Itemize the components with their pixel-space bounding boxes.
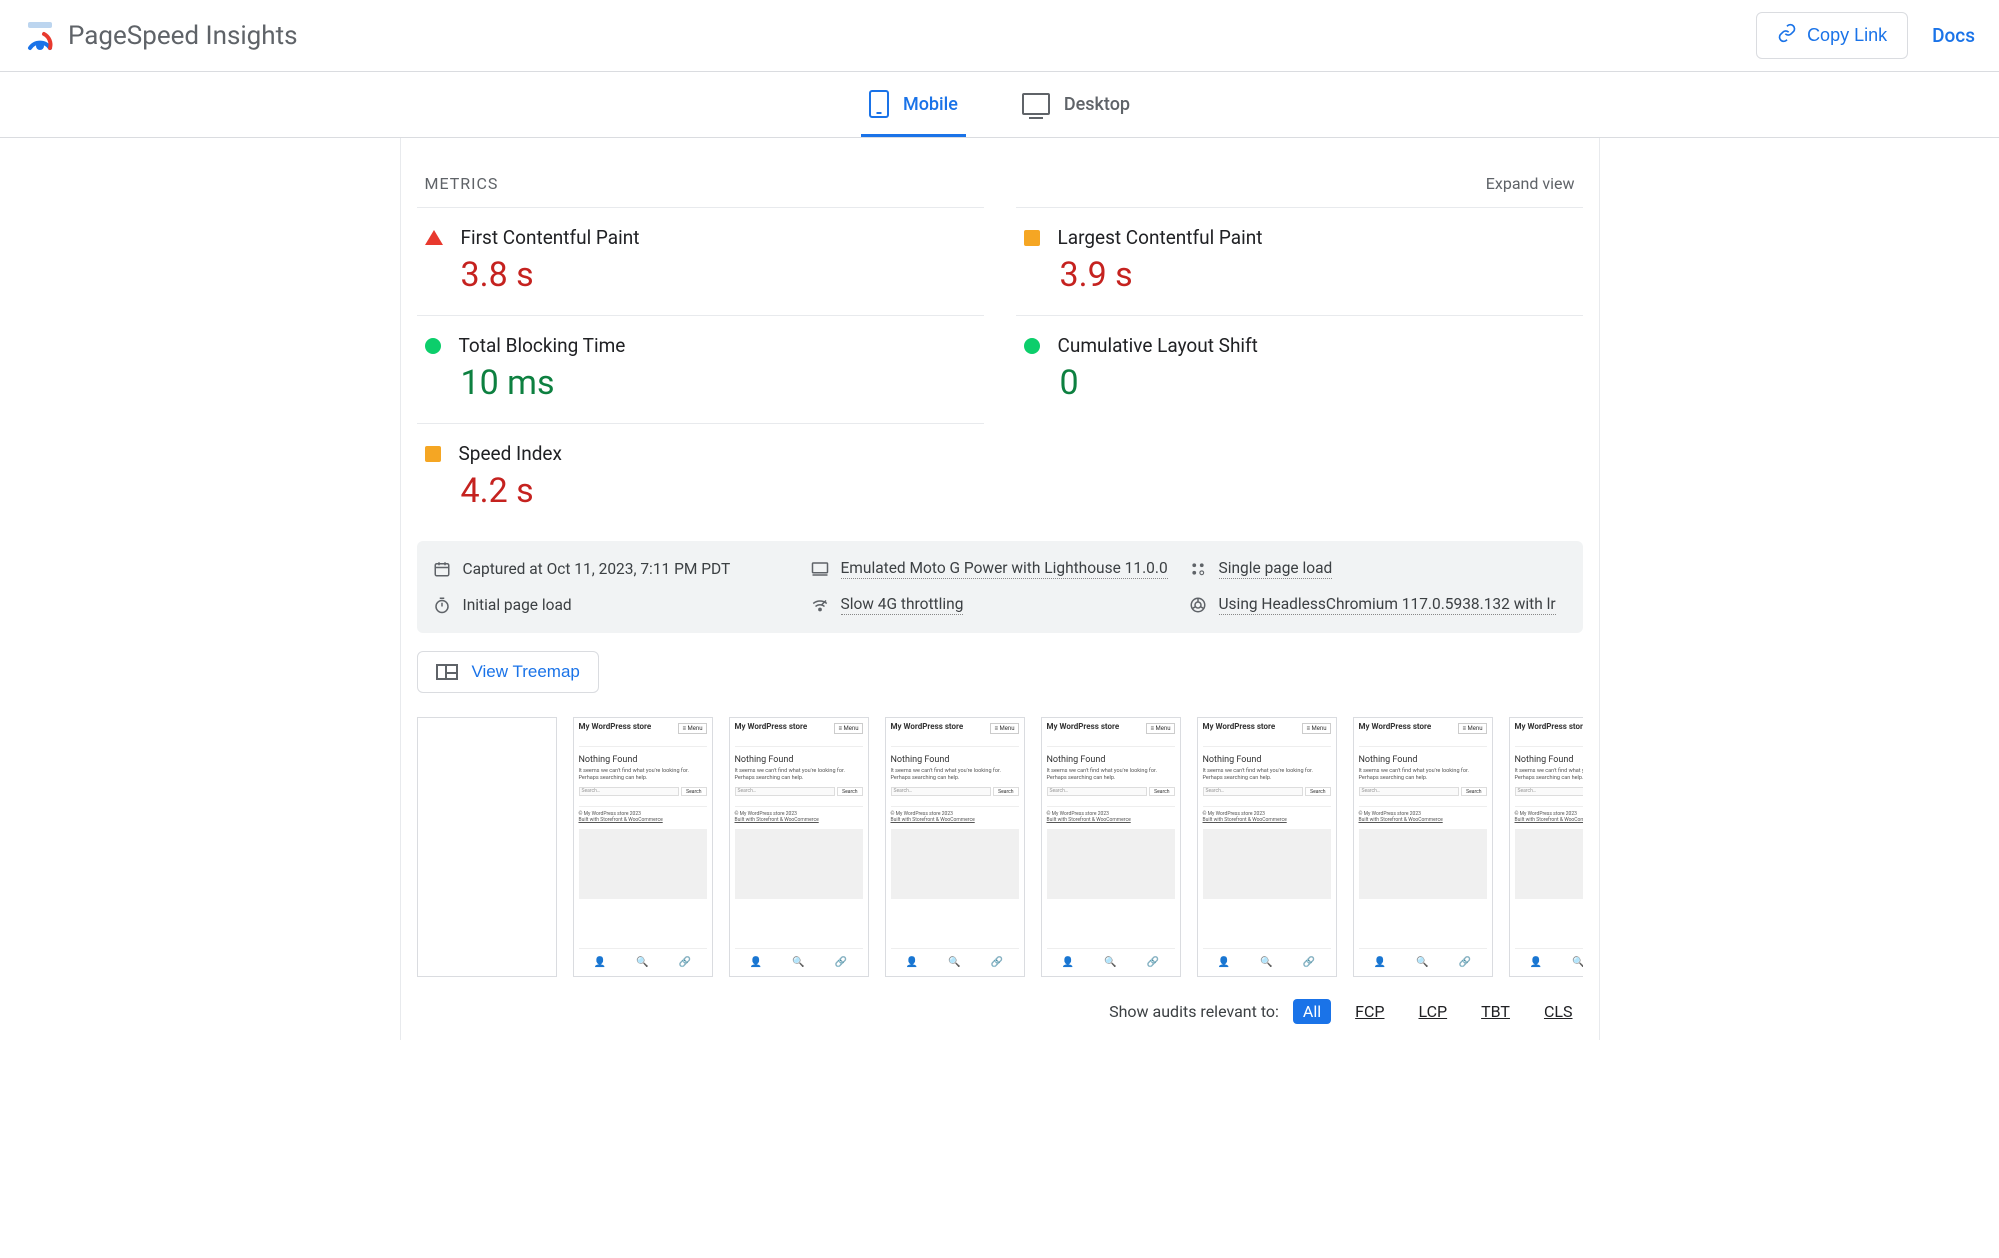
filter-all[interactable]: All <box>1293 999 1331 1024</box>
tab-desktop-label: Desktop <box>1064 94 1130 115</box>
filmstrip-frame-blank <box>417 717 557 977</box>
device-icon <box>811 560 829 578</box>
view-treemap-button[interactable]: View Treemap <box>417 651 599 693</box>
metric-value: 4.2 s <box>461 471 976 511</box>
tab-mobile-label: Mobile <box>903 94 958 115</box>
screenshot-filmstrip: My WordPress store≡ Menu Nothing Found I… <box>417 717 1583 977</box>
audits-filter-label: Show audits relevant to: <box>1109 1002 1279 1021</box>
metric-lcp: Largest Contentful Paint 3.9 s <box>1016 207 1583 315</box>
metric-fcp: First Contentful Paint 3.8 s <box>417 207 984 315</box>
tab-desktop[interactable]: Desktop <box>1014 72 1138 137</box>
filter-lcp[interactable]: LCP <box>1408 999 1457 1024</box>
filmstrip-frame: My WordPress store≡ Menu Nothing Found I… <box>1353 717 1493 977</box>
pass-icon <box>425 338 441 354</box>
network-icon <box>811 596 829 614</box>
metric-tbt: Total Blocking Time 10 ms <box>417 315 984 423</box>
metric-label: Cumulative Layout Shift <box>1058 334 1258 357</box>
metric-value: 0 <box>1060 363 1575 403</box>
desktop-icon <box>1022 93 1050 115</box>
filmstrip-frame: My WordPress store≡ Menu Nothing Found I… <box>1197 717 1337 977</box>
metric-si: Speed Index 4.2 s <box>417 423 984 531</box>
app-header: PageSpeed Insights Copy Link Docs <box>0 0 1999 72</box>
metric-value: 10 ms <box>461 363 976 403</box>
metric-label: First Contentful Paint <box>461 226 640 249</box>
treemap-label: View Treemap <box>472 662 580 682</box>
env-sampling: Single page load <box>1189 559 1567 579</box>
pagespeed-logo-icon <box>24 20 56 52</box>
env-network: Slow 4G throttling <box>811 595 1189 615</box>
env-loadtype: Initial page load <box>433 595 811 615</box>
metric-cls: Cumulative Layout Shift 0 <box>1016 315 1583 423</box>
filmstrip-frame: My WordPress store≡ Menu Nothing Found I… <box>1041 717 1181 977</box>
copy-link-label: Copy Link <box>1807 25 1887 46</box>
metric-label: Speed Index <box>459 442 562 465</box>
env-captured: Captured at Oct 11, 2023, 7:11 PM PDT <box>433 559 811 579</box>
calendar-icon <box>433 560 451 578</box>
metrics-title: METRICS <box>425 174 499 193</box>
link-icon <box>1777 23 1797 48</box>
expand-view-toggle[interactable]: Expand view <box>1486 174 1575 193</box>
report-content: METRICS Expand view First Contentful Pai… <box>400 138 1600 1040</box>
docs-link[interactable]: Docs <box>1932 24 1975 47</box>
env-device: Emulated Moto G Power with Lighthouse 11… <box>811 559 1189 579</box>
copy-link-button[interactable]: Copy Link <box>1756 12 1908 59</box>
filter-cls[interactable]: CLS <box>1534 999 1583 1024</box>
metrics-header: METRICS Expand view <box>417 138 1583 207</box>
treemap-icon <box>436 664 458 680</box>
filter-tbt[interactable]: TBT <box>1471 999 1520 1024</box>
average-icon <box>425 446 441 462</box>
fail-icon <box>425 230 443 245</box>
filmstrip-frame: My WordPress store≡ Menu Nothing Found I… <box>885 717 1025 977</box>
filmstrip-frame: My WordPress store≡ Menu Nothing Found I… <box>729 717 869 977</box>
metric-value: 3.8 s <box>461 255 976 295</box>
metrics-grid: First Contentful Paint 3.8 s Largest Con… <box>417 207 1583 531</box>
filter-fcp[interactable]: FCP <box>1345 999 1394 1024</box>
header-left: PageSpeed Insights <box>24 20 298 52</box>
filmstrip-frame: My WordPress store≡ Menu Nothing Found I… <box>573 717 713 977</box>
device-tabs: Mobile Desktop <box>0 72 1999 138</box>
audits-filter: Show audits relevant to: All FCP LCP TBT… <box>417 999 1583 1024</box>
sampling-icon <box>1189 560 1207 578</box>
metric-label: Largest Contentful Paint <box>1058 226 1263 249</box>
env-browser: Using HeadlessChromium 117.0.5938.132 wi… <box>1189 595 1567 615</box>
treemap-row: View Treemap <box>417 651 1583 693</box>
header-right: Copy Link Docs <box>1756 12 1975 59</box>
metric-value: 3.9 s <box>1060 255 1575 295</box>
pass-icon <box>1024 338 1040 354</box>
metric-label: Total Blocking Time <box>459 334 626 357</box>
tab-mobile[interactable]: Mobile <box>861 72 966 137</box>
stopwatch-icon <box>433 596 451 614</box>
chrome-icon <box>1189 596 1207 614</box>
app-title: PageSpeed Insights <box>68 21 298 51</box>
mobile-icon <box>869 90 889 118</box>
average-icon <box>1024 230 1040 246</box>
environment-box: Captured at Oct 11, 2023, 7:11 PM PDT Em… <box>417 541 1583 633</box>
filmstrip-frame: My WordPress store≡ Menu Nothing Found I… <box>1509 717 1583 977</box>
